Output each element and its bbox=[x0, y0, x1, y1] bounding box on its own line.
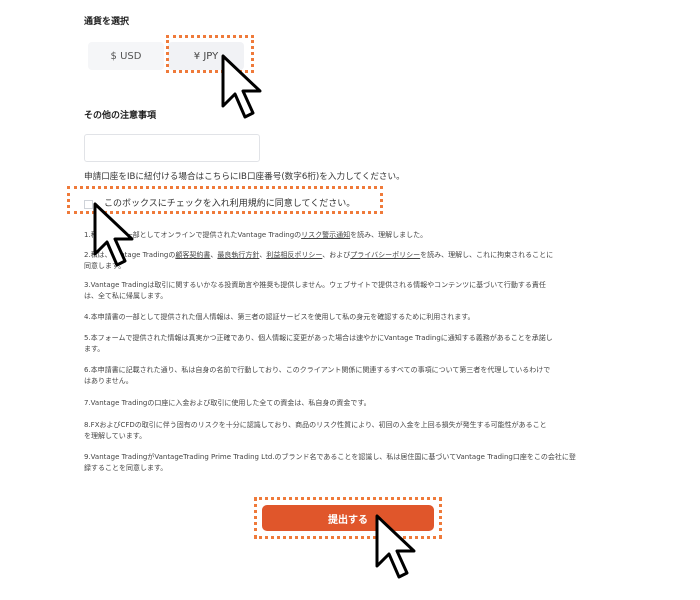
terms-clause: 5.本フォームで提供された情報は真実かつ正確であり、個人情報に変更があった場合は… bbox=[84, 333, 624, 355]
terms-clause-line: 6.本申請書に記載された通り、私は自身の名前で行動しており、このクライアント関係… bbox=[84, 365, 624, 376]
terms-clause-line: 1.私申請書の一部としてオンラインで提供されたVantage Tradingのリ… bbox=[84, 230, 624, 241]
clause-text: を読み、理解しました。 bbox=[350, 231, 428, 239]
terms-clause: 6.本申請書に記載された通り、私は自身の名前で行動しており、このクライアント関係… bbox=[84, 365, 624, 387]
terms-clause-line: ます。 bbox=[84, 344, 624, 355]
terms-clause: 2.私は、Vantage Tradingの顧客契約書、最良執行方針、利益相反ポリ… bbox=[84, 250, 624, 272]
terms-clause: 7.Vantage Tradingの口座に入金および取引に使用した全ての資金は、… bbox=[84, 398, 624, 409]
clause-text: は、全て私に帰属します。 bbox=[84, 292, 168, 300]
clause-text: 、および bbox=[322, 251, 351, 259]
terms-clause-line: 3.Vantage Tradingは取引に関するいかなる投資助言や推奨も提供しま… bbox=[84, 280, 624, 291]
ib-account-input[interactable] bbox=[84, 134, 260, 162]
terms-clause-line: 5.本フォームで提供された情報は真実かつ正確であり、個人情報に変更があった場合は… bbox=[84, 333, 624, 344]
clause-text: 9.Vantage TradingがVantageTrading Prime T… bbox=[84, 453, 576, 461]
clause-text: 6.本申請書に記載された通り、私は自身の名前で行動しており、このクライアント関係… bbox=[84, 366, 551, 374]
terms-clause: 8.FXおよびCFDの取引に伴う固有のリスクを十分に認識しており、商品のリスク性… bbox=[84, 420, 624, 442]
clause-text: はありません。 bbox=[84, 377, 133, 385]
clause-text: 7.Vantage Tradingの口座に入金および取引に使用した全ての資金は、… bbox=[84, 399, 371, 407]
ib-instruction-text: 申請口座をIBに紐付ける場合はこちらにIB口座番号(数字6桁)を入力してください… bbox=[84, 172, 405, 182]
policy-link[interactable]: 最良執行方針 bbox=[217, 251, 259, 259]
terms-clause-line: 7.Vantage Tradingの口座に入金および取引に使用した全ての資金は、… bbox=[84, 398, 624, 409]
terms-clause-line: 8.FXおよびCFDの取引に伴う固有のリスクを十分に認識しており、商品のリスク性… bbox=[84, 420, 624, 431]
clause-text: 5.本フォームで提供された情報は真実かつ正確であり、個人情報に変更があった場合は… bbox=[84, 334, 553, 342]
currency-section-title: 通貨を選択 bbox=[84, 17, 130, 27]
terms-clause-line: 同意します。 bbox=[84, 261, 624, 272]
policy-link[interactable]: 顧客契約書 bbox=[175, 251, 210, 259]
clause-text: を読み、理解し、これに拘束されることに bbox=[420, 251, 554, 259]
mouse-cursor-icon bbox=[221, 54, 262, 119]
terms-clause: 9.Vantage TradingがVantageTrading Prime T… bbox=[84, 452, 624, 474]
terms-clause: 3.Vantage Tradingは取引に関するいかなる投資助言や推奨も提供しま… bbox=[84, 280, 624, 302]
clause-text: 4.本申請書の一部として提供された個人情報は、第三者の認証サービスを使用して私の… bbox=[84, 313, 475, 321]
terms-clause: 4.本申請書の一部として提供された個人情報は、第三者の認証サービスを使用して私の… bbox=[84, 312, 624, 323]
clause-text: を理解しています。 bbox=[84, 432, 147, 440]
notes-section-title: その他の注意事項 bbox=[84, 111, 157, 121]
terms-clause-line: を理解しています。 bbox=[84, 431, 624, 442]
terms-clause-line: 録することを同意します。 bbox=[84, 463, 624, 474]
policy-link[interactable]: 利益相反ポリシー bbox=[266, 251, 322, 259]
mouse-cursor-icon bbox=[93, 202, 134, 267]
terms-clause-line: はありません。 bbox=[84, 376, 624, 387]
clause-text: 録することを同意します。 bbox=[84, 464, 168, 472]
clause-text: 8.FXおよびCFDの取引に伴う固有のリスクを十分に認識しており、商品のリスク性… bbox=[84, 421, 547, 429]
clause-text: ます。 bbox=[84, 345, 105, 353]
clause-text: 3.Vantage Tradingは取引に関するいかなる投資助言や推奨も提供しま… bbox=[84, 281, 546, 289]
terms-clause-line: 4.本申請書の一部として提供された個人情報は、第三者の認証サービスを使用して私の… bbox=[84, 312, 624, 323]
terms-clause-line: 2.私は、Vantage Tradingの顧客契約書、最良執行方針、利益相反ポリ… bbox=[84, 250, 624, 261]
policy-link[interactable]: リスク警示通知 bbox=[301, 231, 350, 239]
currency-option-usd[interactable]: $ USD bbox=[88, 42, 164, 70]
terms-clause: 1.私申請書の一部としてオンラインで提供されたVantage Tradingのリ… bbox=[84, 230, 624, 241]
mouse-cursor-icon bbox=[375, 514, 416, 579]
policy-link[interactable]: プライバシーポリシー bbox=[350, 251, 420, 259]
terms-clause-line: は、全て私に帰属します。 bbox=[84, 291, 624, 302]
terms-clause-line: 9.Vantage TradingがVantageTrading Prime T… bbox=[84, 452, 624, 463]
